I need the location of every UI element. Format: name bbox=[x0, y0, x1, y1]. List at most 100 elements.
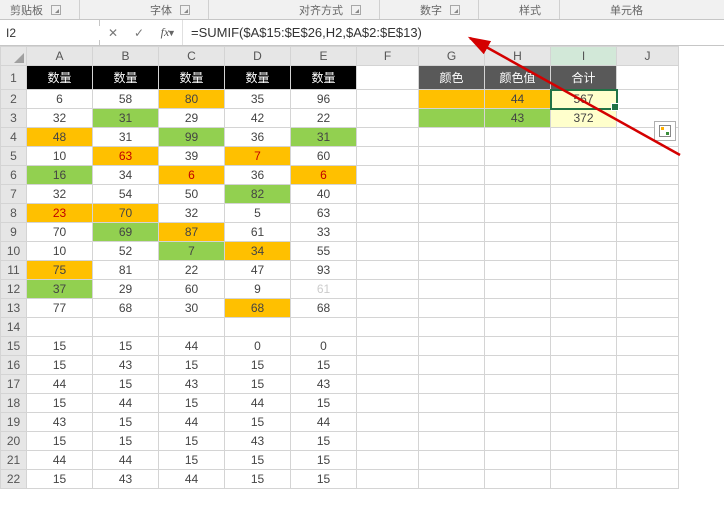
cell-E15[interactable]: 0 bbox=[291, 337, 357, 356]
cell-B5[interactable]: 63 bbox=[93, 147, 159, 166]
column-header-B[interactable]: B bbox=[93, 47, 159, 66]
cell-G8[interactable] bbox=[419, 204, 485, 223]
cell-D9[interactable]: 61 bbox=[225, 223, 291, 242]
cell-B10[interactable]: 52 bbox=[93, 242, 159, 261]
cell-F2[interactable] bbox=[357, 90, 419, 109]
row-header-12[interactable]: 12 bbox=[1, 280, 27, 299]
cell-A19[interactable]: 43 bbox=[27, 413, 93, 432]
cell-H16[interactable] bbox=[485, 356, 551, 375]
cell-D11[interactable]: 47 bbox=[225, 261, 291, 280]
cell-E7[interactable]: 40 bbox=[291, 185, 357, 204]
cell-B4[interactable]: 31 bbox=[93, 128, 159, 147]
cell-H2[interactable]: 44 bbox=[485, 90, 551, 109]
cell-I11[interactable] bbox=[551, 261, 617, 280]
cell-D3[interactable]: 42 bbox=[225, 109, 291, 128]
cell-I8[interactable] bbox=[551, 204, 617, 223]
cell-F6[interactable] bbox=[357, 166, 419, 185]
row-header-16[interactable]: 16 bbox=[1, 356, 27, 375]
cell-C15[interactable]: 44 bbox=[159, 337, 225, 356]
cell-E10[interactable]: 55 bbox=[291, 242, 357, 261]
cell-C19[interactable]: 44 bbox=[159, 413, 225, 432]
cell-C10[interactable]: 7 bbox=[159, 242, 225, 261]
cell-J20[interactable] bbox=[617, 432, 679, 451]
row-header-19[interactable]: 19 bbox=[1, 413, 27, 432]
cell-C22[interactable]: 44 bbox=[159, 470, 225, 489]
cell-J15[interactable] bbox=[617, 337, 679, 356]
cell-J22[interactable] bbox=[617, 470, 679, 489]
cell-E4[interactable]: 31 bbox=[291, 128, 357, 147]
cell-F15[interactable] bbox=[357, 337, 419, 356]
row-header-17[interactable]: 17 bbox=[1, 375, 27, 394]
select-all-corner[interactable] bbox=[1, 47, 27, 66]
cell-E5[interactable]: 60 bbox=[291, 147, 357, 166]
cell-J5[interactable] bbox=[617, 147, 679, 166]
cell-G5[interactable] bbox=[419, 147, 485, 166]
cell-B16[interactable]: 43 bbox=[93, 356, 159, 375]
row-header-21[interactable]: 21 bbox=[1, 451, 27, 470]
cell-G16[interactable] bbox=[419, 356, 485, 375]
cell-H8[interactable] bbox=[485, 204, 551, 223]
cell-A20[interactable]: 15 bbox=[27, 432, 93, 451]
header-cell[interactable]: 数量 bbox=[291, 66, 357, 90]
column-header-D[interactable]: D bbox=[225, 47, 291, 66]
cell-C9[interactable]: 87 bbox=[159, 223, 225, 242]
cell-H17[interactable] bbox=[485, 375, 551, 394]
cell-C17[interactable]: 43 bbox=[159, 375, 225, 394]
cell-B8[interactable]: 70 bbox=[93, 204, 159, 223]
cell-C14[interactable] bbox=[159, 318, 225, 337]
cell-F14[interactable] bbox=[357, 318, 419, 337]
cell-I20[interactable] bbox=[551, 432, 617, 451]
cell-G12[interactable] bbox=[419, 280, 485, 299]
cell-G3[interactable] bbox=[419, 109, 485, 128]
cell-H15[interactable] bbox=[485, 337, 551, 356]
cell-H3[interactable]: 43 bbox=[485, 109, 551, 128]
cell-A12[interactable]: 37 bbox=[27, 280, 93, 299]
cell-I4[interactable] bbox=[551, 128, 617, 147]
cell-H5[interactable] bbox=[485, 147, 551, 166]
cell-E6[interactable]: 6 bbox=[291, 166, 357, 185]
cell-G14[interactable] bbox=[419, 318, 485, 337]
cell-D17[interactable]: 15 bbox=[225, 375, 291, 394]
cell-C3[interactable]: 29 bbox=[159, 109, 225, 128]
cell-A21[interactable]: 44 bbox=[27, 451, 93, 470]
cell-B2[interactable]: 58 bbox=[93, 90, 159, 109]
cell-D14[interactable] bbox=[225, 318, 291, 337]
cell-J6[interactable] bbox=[617, 166, 679, 185]
cell-D5[interactable]: 7 bbox=[225, 147, 291, 166]
cell-C20[interactable]: 15 bbox=[159, 432, 225, 451]
row-header-18[interactable]: 18 bbox=[1, 394, 27, 413]
row-header-14[interactable]: 14 bbox=[1, 318, 27, 337]
cell-G9[interactable] bbox=[419, 223, 485, 242]
cell-G6[interactable] bbox=[419, 166, 485, 185]
cell-D10[interactable]: 34 bbox=[225, 242, 291, 261]
cell-G13[interactable] bbox=[419, 299, 485, 318]
cell-F8[interactable] bbox=[357, 204, 419, 223]
cell-G7[interactable] bbox=[419, 185, 485, 204]
header-cell[interactable]: 数量 bbox=[225, 66, 291, 90]
header-cell[interactable]: 合计 bbox=[551, 66, 617, 90]
column-header-C[interactable]: C bbox=[159, 47, 225, 66]
cell-F20[interactable] bbox=[357, 432, 419, 451]
cell-J2[interactable] bbox=[617, 90, 679, 109]
cell-J9[interactable] bbox=[617, 223, 679, 242]
cell-G4[interactable] bbox=[419, 128, 485, 147]
cell-B14[interactable] bbox=[93, 318, 159, 337]
column-header-F[interactable]: F bbox=[357, 47, 419, 66]
cell-E2[interactable]: 96 bbox=[291, 90, 357, 109]
cell-B7[interactable]: 54 bbox=[93, 185, 159, 204]
row-header-8[interactable]: 8 bbox=[1, 204, 27, 223]
header-cell[interactable]: 数量 bbox=[93, 66, 159, 90]
cell-D22[interactable]: 15 bbox=[225, 470, 291, 489]
cell-B20[interactable]: 15 bbox=[93, 432, 159, 451]
column-header-A[interactable]: A bbox=[27, 47, 93, 66]
cell-E12[interactable]: 61 bbox=[291, 280, 357, 299]
cell-C5[interactable]: 39 bbox=[159, 147, 225, 166]
cell-B17[interactable]: 15 bbox=[93, 375, 159, 394]
cell-H4[interactable] bbox=[485, 128, 551, 147]
cell-B11[interactable]: 81 bbox=[93, 261, 159, 280]
cell-I18[interactable] bbox=[551, 394, 617, 413]
cell-I14[interactable] bbox=[551, 318, 617, 337]
cell-E22[interactable]: 15 bbox=[291, 470, 357, 489]
cell-F11[interactable] bbox=[357, 261, 419, 280]
cell-A13[interactable]: 77 bbox=[27, 299, 93, 318]
